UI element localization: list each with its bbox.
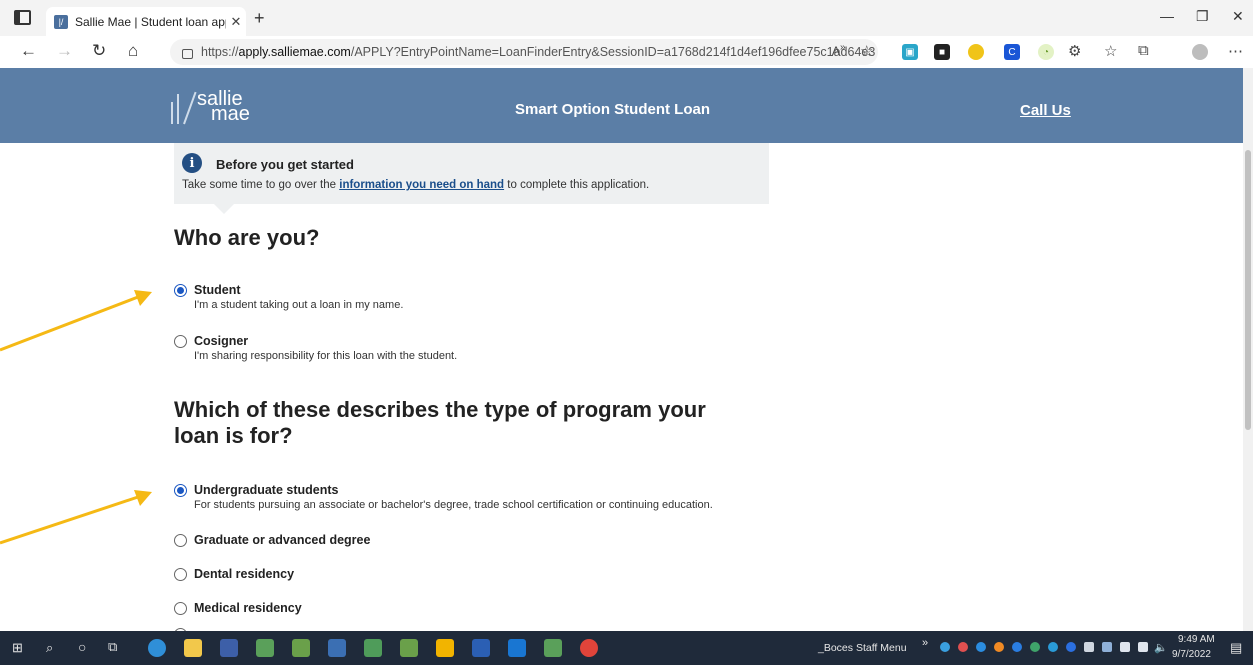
program-type-heading: Which of these describes the type of pro…	[174, 397, 706, 448]
browser-tab-strip: |/ Sallie Mae | Student loan applica ✕ +…	[0, 0, 1253, 36]
bluetooth-icon[interactable]	[1066, 642, 1076, 652]
more-menu-icon[interactable]: ⋯	[1228, 42, 1243, 60]
arrow-to-student-line	[0, 295, 139, 352]
app-icon-3[interactable]	[328, 639, 346, 657]
call-us-link[interactable]: Call Us	[1020, 102, 1071, 119]
clock-time[interactable]: 9:49 AM	[1178, 634, 1215, 645]
store-icon[interactable]	[220, 639, 238, 657]
tray-icon-5[interactable]	[1030, 642, 1040, 652]
option-label: Dental residency	[194, 567, 295, 581]
windows-start-icon[interactable]: ⊞	[12, 640, 23, 656]
edge-taskbar-icon[interactable]	[148, 639, 166, 657]
task-view-icon[interactable]: ⧉	[108, 639, 117, 655]
extension-blue-icon[interactable]: C	[1004, 44, 1020, 60]
new-tab-icon[interactable]: +	[254, 8, 265, 29]
medical-radio[interactable]	[174, 602, 187, 615]
option-label: Cosigner	[194, 334, 249, 348]
sallie-mae-logo[interactable]: sallie mae	[171, 88, 250, 125]
notice-text: Take some time to go over the informatio…	[182, 179, 650, 191]
app-icon-4[interactable]	[364, 639, 382, 657]
scrollbar-thumb[interactable]	[1245, 150, 1251, 430]
tray-icon-7[interactable]	[1084, 642, 1094, 652]
option-description: I'm a student taking out a loan in my na…	[194, 299, 404, 311]
file-explorer-icon[interactable]	[184, 639, 202, 657]
extension-yellow-icon[interactable]	[968, 44, 984, 60]
page-title: Smart Option Student Loan	[515, 101, 710, 118]
chrome-icon[interactable]	[580, 639, 598, 657]
close-window-icon[interactable]: ✕	[1232, 8, 1244, 25]
logo-bars-icon	[171, 90, 197, 125]
forward-icon[interactable]: →	[56, 41, 73, 61]
tab-actions-icon[interactable]	[14, 10, 31, 25]
option-description: For students pursuing an associate or ba…	[194, 499, 713, 511]
info-icon: i	[182, 153, 202, 173]
battery-icon[interactable]	[1120, 642, 1130, 652]
close-tab-icon[interactable]: ✕	[226, 14, 246, 30]
option-label: Undergraduate students	[194, 483, 339, 497]
favorites-icon[interactable]: ☆	[1104, 42, 1117, 60]
volume-icon[interactable]: 🔈	[1154, 641, 1168, 654]
favorite-star-icon[interactable]: ☆	[860, 42, 873, 60]
tray-icon-2[interactable]	[976, 642, 986, 652]
undergraduate-radio[interactable]	[174, 484, 187, 497]
option-label: Student	[194, 283, 241, 297]
annotation-arrows	[0, 290, 152, 545]
restore-icon[interactable]: ❐	[1196, 8, 1209, 25]
network-icon[interactable]	[1138, 642, 1148, 652]
who-are-you-heading: Who are you?	[174, 225, 320, 250]
minimize-icon[interactable]: —	[1160, 8, 1174, 24]
cosigner-radio[interactable]	[174, 335, 187, 348]
search-icon[interactable]: ⌕	[46, 640, 53, 656]
information-link[interactable]: information you need on hand	[339, 179, 504, 191]
back-icon[interactable]: ←	[20, 41, 37, 61]
before-you-start-notice: i Before you get started Take some time …	[174, 143, 769, 214]
url-text: https://apply.salliemae.com/APPLY?EntryP…	[201, 45, 876, 59]
option-label: Graduate or advanced degree	[194, 533, 371, 547]
sticky-notes-icon[interactable]	[436, 639, 454, 657]
word-icon[interactable]	[472, 639, 490, 657]
logo-wordmark: sallie mae	[197, 88, 250, 125]
collections-icon[interactable]: ⧉	[1138, 42, 1149, 59]
tray-icon-8[interactable]	[1102, 642, 1112, 652]
read-aloud-icon[interactable]: A»	[832, 42, 846, 58]
app-icon-5[interactable]	[400, 639, 418, 657]
notifications-icon[interactable]: ▤	[1230, 640, 1242, 656]
windows-taskbar: ⊞ ⌕ ○ ⧉ _Boces Staff Menu » 🔈 9:49 AM 9/…	[0, 631, 1253, 665]
app-icon-1[interactable]	[256, 639, 274, 657]
app-icon-6[interactable]	[544, 639, 562, 657]
outlook-icon[interactable]	[508, 639, 526, 657]
option-label: Medical residency	[194, 601, 302, 615]
tray-icon-3[interactable]	[994, 642, 1004, 652]
tray-icon-6[interactable]	[1048, 642, 1058, 652]
profile-avatar-icon[interactable]	[1192, 44, 1208, 60]
address-toolbar: ← → ↻ ⌂ https://apply.salliemae.com/APPL…	[0, 36, 1253, 69]
extension-dark-icon[interactable]: ■	[934, 44, 950, 60]
address-bar[interactable]: https://apply.salliemae.com/APPLY?EntryP…	[170, 39, 878, 65]
site-header: sallie mae Smart Option Student Loan Cal…	[0, 68, 1243, 143]
notice-title: Before you get started	[216, 157, 354, 172]
tab-title: Sallie Mae | Student loan applica	[75, 14, 226, 29]
student-radio[interactable]	[174, 284, 187, 297]
tray-icon-1[interactable]	[958, 642, 968, 652]
extensions-puzzle-icon[interactable]: ⚙	[1068, 42, 1081, 60]
sallie-mae-favicon-icon: |/	[54, 14, 68, 29]
dental-radio[interactable]	[174, 568, 187, 581]
app-icon-2[interactable]	[292, 639, 310, 657]
boces-staff-menu[interactable]: _Boces Staff Menu	[818, 642, 907, 654]
browser-tab[interactable]: |/ Sallie Mae | Student loan applica ✕	[46, 7, 246, 36]
home-icon[interactable]: ⌂	[128, 41, 138, 61]
option-description: I'm sharing responsibility for this loan…	[194, 350, 458, 362]
extension-green-icon[interactable]: ◔	[1038, 44, 1054, 60]
extension-teal-icon[interactable]: ▣	[902, 44, 918, 60]
clock-date[interactable]: 9/7/2022	[1172, 649, 1211, 660]
arrow-to-undergrad-line	[0, 495, 139, 545]
cortana-icon[interactable]: ○	[78, 639, 86, 655]
graduate-radio[interactable]	[174, 534, 187, 547]
onedrive-icon[interactable]	[940, 642, 950, 652]
refresh-icon[interactable]: ↻	[92, 41, 106, 61]
toolbar-expand-icon[interactable]: »	[922, 637, 928, 649]
lock-icon	[182, 49, 193, 59]
tray-icon-4[interactable]	[1012, 642, 1022, 652]
